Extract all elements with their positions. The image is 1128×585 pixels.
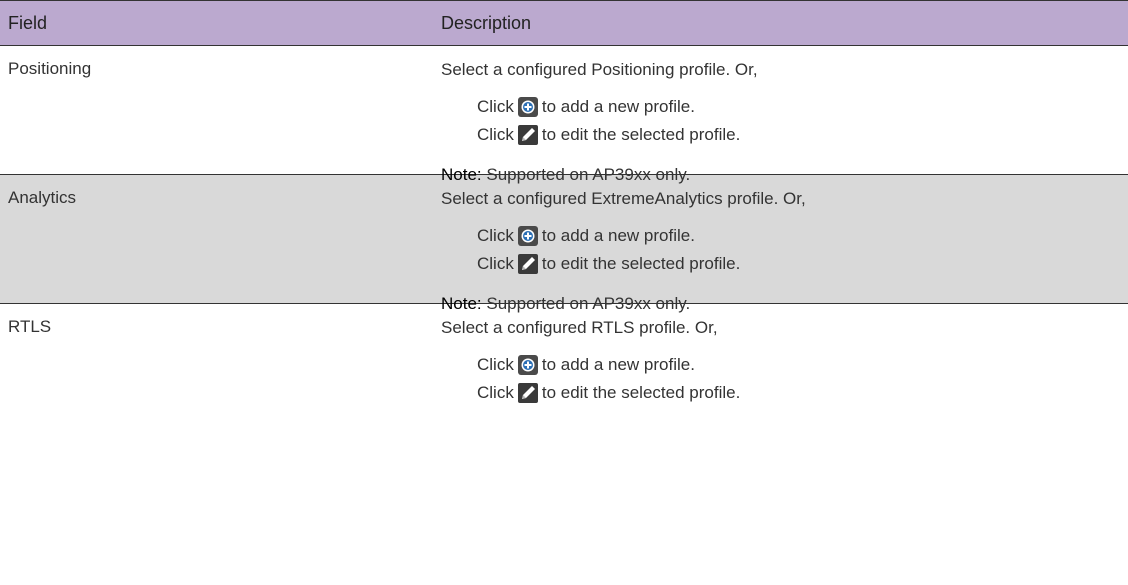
step-suffix: to edit the selected profile.	[541, 254, 741, 273]
description-intro: Select a configured Positioning profile.…	[441, 60, 758, 79]
step-prefix: Click	[477, 125, 514, 144]
description-intro: Select a configured ExtremeAnalytics pro…	[441, 189, 806, 208]
field-name: RTLS	[8, 317, 52, 336]
step-edit: Click to edit the selected profile.	[477, 379, 1128, 407]
step-add: Click to add a new profile.	[477, 222, 1128, 250]
step-prefix: Click	[477, 226, 514, 245]
step-suffix: to add a new profile.	[541, 355, 695, 374]
step-list: Click to add a new profile. Click to edi…	[441, 222, 1128, 278]
header-description: Description	[441, 12, 532, 33]
step-edit: Click to edit the selected profile.	[477, 121, 1128, 149]
field-name: Positioning	[8, 59, 92, 78]
field-description: Select a configured RTLS profile. Or, Cl…	[433, 304, 1128, 424]
step-suffix: to edit the selected profile.	[541, 125, 741, 144]
step-add: Click to add a new profile.	[477, 351, 1128, 379]
add-circle-icon	[517, 97, 538, 117]
step-prefix: Click	[477, 97, 514, 116]
edit-pencil-icon	[517, 383, 538, 403]
step-prefix: Click	[477, 254, 514, 273]
edit-pencil-icon	[517, 254, 538, 274]
add-circle-icon	[517, 355, 538, 375]
field-description: Select a configured ExtremeAnalytics pro…	[433, 175, 1128, 313]
header-field: Field	[8, 12, 48, 33]
table-row: Positioning Select a configured Position…	[0, 46, 1128, 184]
edit-pencil-icon	[517, 125, 538, 145]
step-edit: Click to edit the selected profile.	[477, 250, 1128, 278]
step-list: Click to add a new profile. Click to edi…	[441, 93, 1128, 149]
step-prefix: Click	[477, 355, 514, 374]
step-list: Click to add a new profile. Click to edi…	[441, 351, 1128, 407]
field-description-table: Field Description Positioning Select a c…	[0, 0, 1128, 424]
step-suffix: to edit the selected profile.	[541, 383, 741, 402]
add-circle-icon	[517, 226, 538, 246]
field-description: Select a configured Positioning profile.…	[433, 46, 1128, 184]
table-row: RTLS Select a configured RTLS profile. O…	[0, 304, 1128, 424]
description-intro: Select a configured RTLS profile. Or,	[441, 318, 718, 337]
field-name: Analytics	[8, 188, 77, 207]
table-row: Analytics Select a configured ExtremeAna…	[0, 175, 1128, 313]
table-header-row: Field Description	[0, 1, 1128, 46]
step-prefix: Click	[477, 383, 514, 402]
step-suffix: to add a new profile.	[541, 97, 695, 116]
step-suffix: to add a new profile.	[541, 226, 695, 245]
step-add: Click to add a new profile.	[477, 93, 1128, 121]
